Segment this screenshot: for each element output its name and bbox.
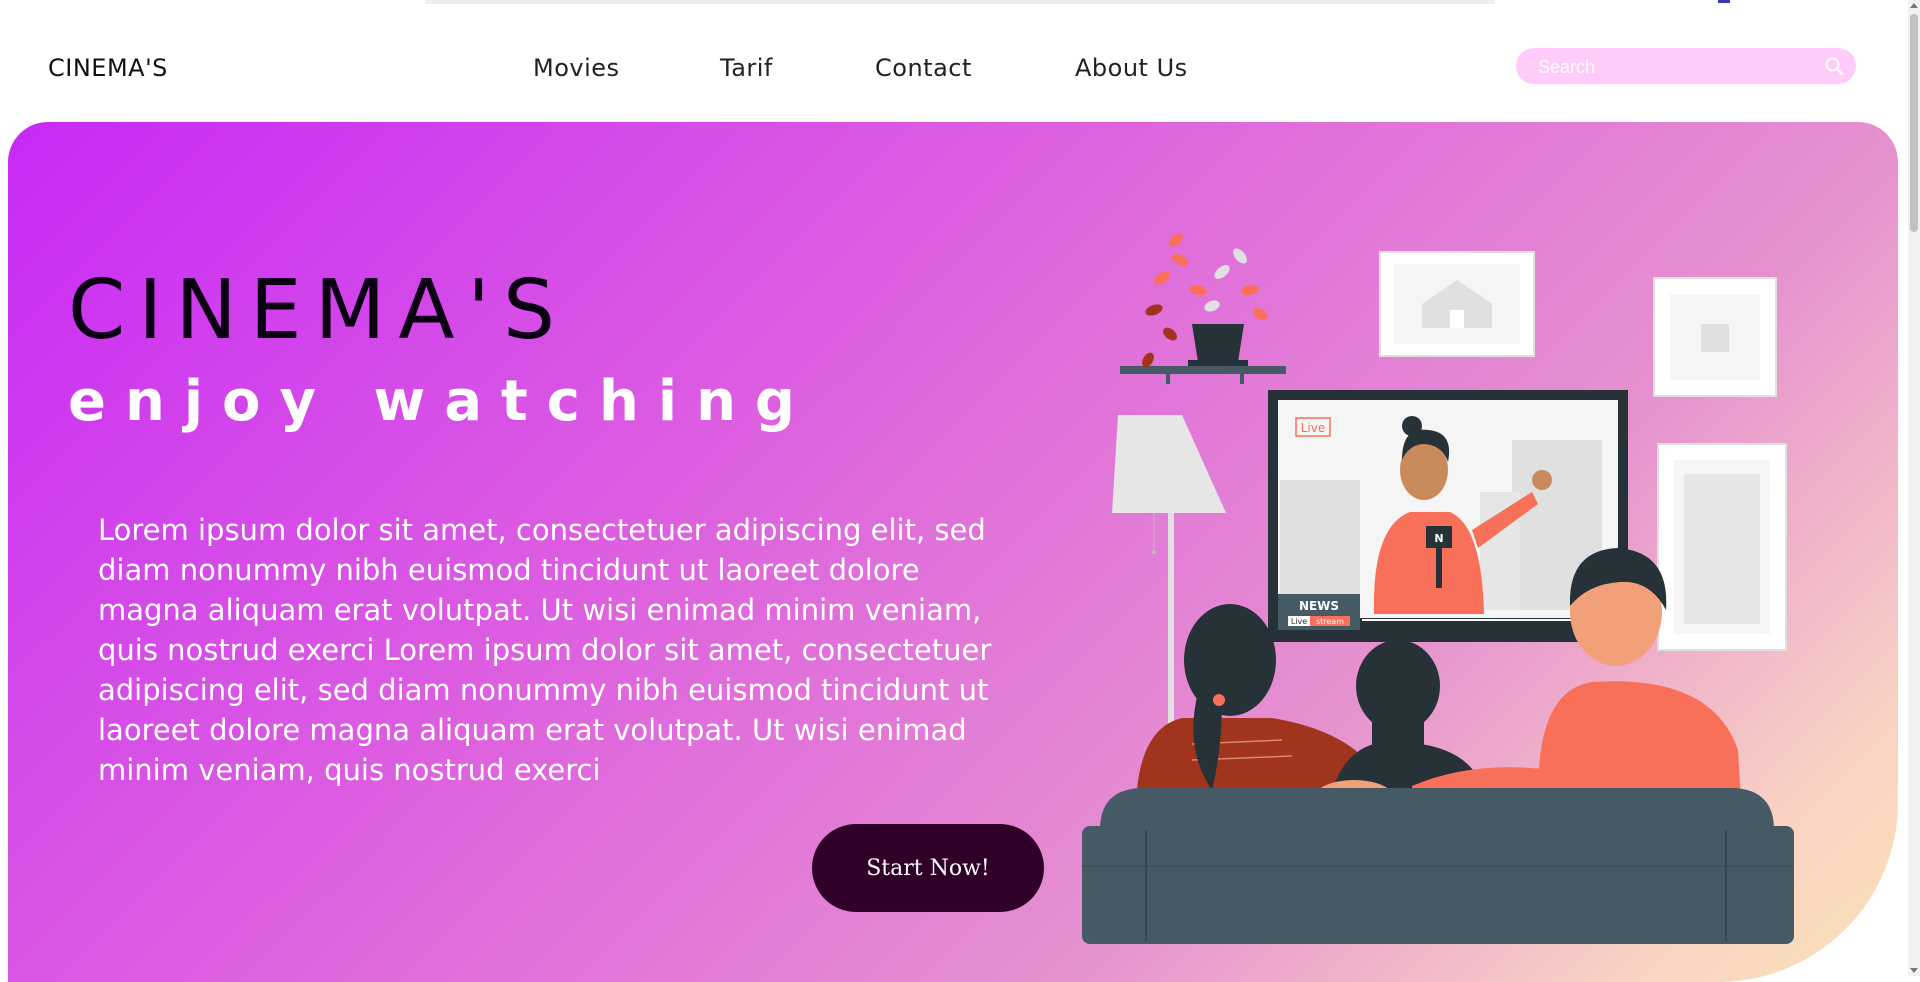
site-logo[interactable]: CINEMA'S bbox=[48, 54, 168, 82]
nav-about-us[interactable]: About Us bbox=[1075, 54, 1188, 82]
hero-subtitle: enjoy watching bbox=[68, 369, 815, 434]
tv-stream-live-label: Live bbox=[1291, 617, 1307, 626]
search-icon[interactable] bbox=[1824, 56, 1844, 76]
nav-tarif[interactable]: Tarif bbox=[720, 54, 773, 82]
plant-shelf-icon bbox=[1120, 233, 1286, 384]
wall-frame-house-icon bbox=[1379, 251, 1535, 357]
wall-frame-tall-icon bbox=[1657, 443, 1787, 651]
search-input[interactable] bbox=[1536, 48, 1820, 84]
site-header: CINEMA'S Movies Tarif Contact About Us bbox=[0, 0, 1908, 122]
hero-description: Lorem ipsum dolor sit amet, consectetuer… bbox=[98, 513, 992, 787]
search-bar bbox=[1516, 48, 1856, 84]
mic-letter: N bbox=[1434, 532, 1443, 545]
scroll-up-arrow-icon[interactable] bbox=[1910, 3, 1918, 8]
wall-frame-square-icon bbox=[1653, 277, 1777, 397]
tv-stream-label: stream bbox=[1316, 617, 1344, 626]
scroll-down-arrow-icon[interactable] bbox=[1910, 968, 1918, 973]
sofa-icon bbox=[1082, 788, 1794, 944]
family-watching-tv-illustration: Live NEWS Live stream N bbox=[1082, 233, 1794, 944]
start-now-button[interactable]: Start Now! bbox=[812, 824, 1044, 912]
tv-news-label: NEWS bbox=[1299, 599, 1339, 613]
nav-contact[interactable]: Contact bbox=[875, 54, 972, 82]
tv-live-label: Live bbox=[1301, 421, 1326, 435]
hero-title: CINEMA'S bbox=[68, 263, 569, 358]
nav-movies[interactable]: Movies bbox=[533, 54, 620, 82]
page-scrollbar[interactable] bbox=[1908, 0, 1920, 976]
scroll-thumb[interactable] bbox=[1910, 14, 1918, 232]
